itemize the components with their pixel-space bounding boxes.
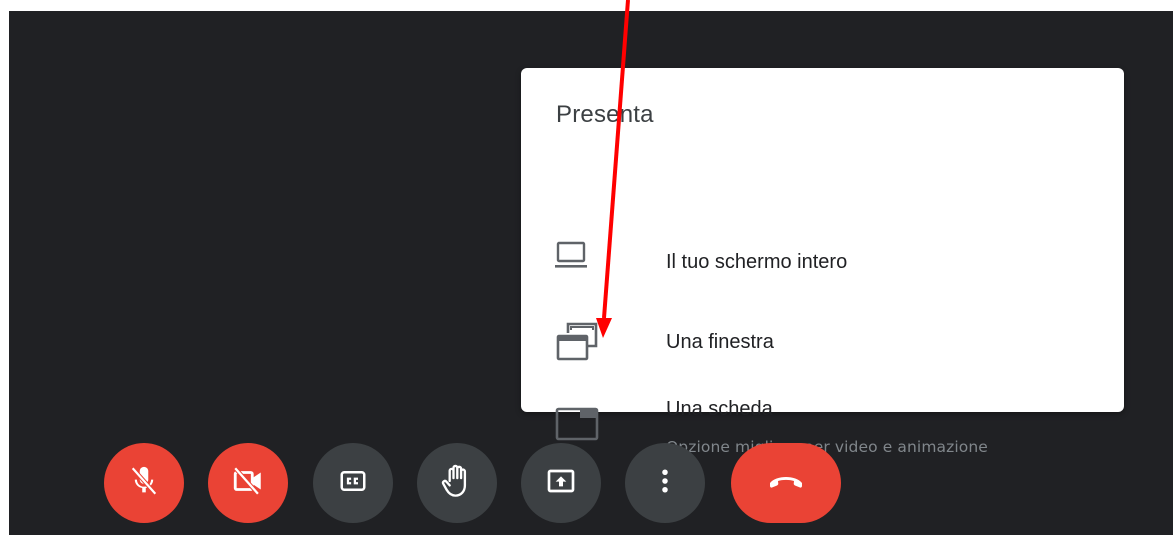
closed-captions-icon: [338, 466, 368, 501]
raise-hand-button[interactable]: [417, 443, 497, 523]
more-options-button[interactable]: [625, 443, 705, 523]
window-icon: [555, 320, 601, 369]
leave-call-button[interactable]: [731, 443, 841, 523]
hand-icon: [439, 462, 475, 505]
mic-off-icon: [127, 464, 161, 503]
present-to-all-icon: [545, 465, 577, 502]
laptop-icon: [555, 241, 587, 276]
menu-item-window[interactable]: Una finestra: [521, 311, 1124, 371]
camera-off-button[interactable]: [208, 443, 288, 523]
menu-item-entire-screen[interactable]: Il tuo schermo intero: [521, 233, 1124, 293]
present-menu: Presenta Il tuo schermo intero Una fines…: [521, 68, 1124, 456]
more-vert-icon: [650, 466, 680, 501]
present-now-button[interactable]: [521, 443, 601, 523]
captions-button[interactable]: [313, 443, 393, 523]
videocam-off-icon: [231, 464, 265, 503]
microphone-off-button[interactable]: [104, 443, 184, 523]
menu-title: Presenta: [556, 101, 654, 128]
menu-item-label: Il tuo schermo intero: [666, 251, 848, 273]
menu-item-label: Una finestra: [666, 331, 774, 353]
call-end-icon: [766, 469, 806, 498]
menu-item-label: Una scheda: [666, 398, 773, 420]
